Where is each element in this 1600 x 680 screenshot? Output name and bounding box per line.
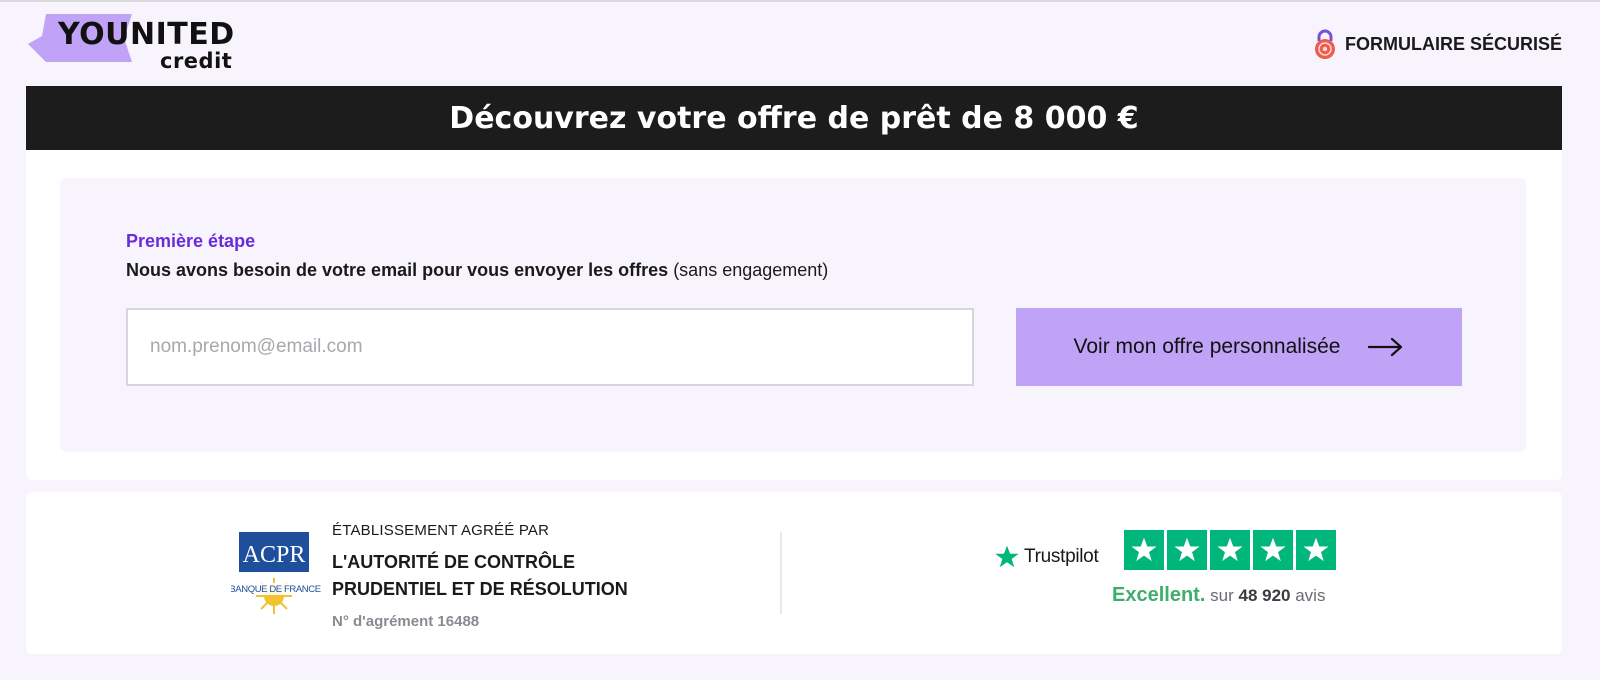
email-input[interactable]	[126, 308, 974, 386]
trust-divider	[780, 532, 782, 614]
secure-form-label: FORMULAIRE SÉCURISÉ	[1344, 33, 1562, 54]
trustpilot-star-icon	[1253, 530, 1293, 570]
trust-card: ACPR BANQUE DE FRANCE ÉTABLISSEMENT AGRÉ…	[26, 492, 1562, 654]
star-icon	[995, 545, 1019, 568]
view-offer-button[interactable]: Voir mon offre personnalisée	[1016, 308, 1462, 386]
step-description: Nous avons besoin de votre email pour vo…	[126, 260, 828, 281]
trustpilot-rating-word: Excellent.	[1112, 584, 1206, 606]
step-description-rest: (sans engagement)	[673, 260, 829, 280]
trustpilot-star-icon	[1167, 530, 1207, 570]
younited-credit-logo[interactable]: YOUNITED credit	[28, 12, 248, 74]
trustpilot-brand[interactable]: Trustpilot	[994, 544, 1099, 570]
banner-title: Découvrez votre offre de prêt de 8 000 €	[449, 100, 1139, 136]
acpr-logo: ACPR BANQUE DE FRANCE	[231, 532, 321, 614]
trustpilot-avis: avis	[1295, 586, 1326, 605]
form-card: Première étape Nous avons besoin de votr…	[26, 150, 1562, 480]
acpr-name-line1: L'AUTORITÉ DE CONTRÔLE	[332, 552, 575, 572]
trustpilot-star-icon	[1296, 530, 1336, 570]
trustpilot-review-count: 48 920	[1238, 586, 1291, 605]
acpr-name-line2: PRUDENTIEL ET DE RÉSOLUTION	[332, 579, 628, 599]
acpr-logo-text: ACPR	[243, 542, 306, 568]
acpr-logo-sub: BANQUE DE FRANCE	[231, 584, 321, 595]
acpr-info: ÉTABLISSEMENT AGRÉÉ PAR L'AUTORITÉ DE CO…	[332, 522, 632, 630]
offer-banner: Découvrez votre offre de prêt de 8 000 €	[26, 86, 1562, 150]
trustpilot-star-icon	[1210, 530, 1250, 570]
trustpilot-stars	[1124, 530, 1336, 570]
trustpilot-sur: sur	[1210, 586, 1234, 605]
step-description-bold: Nous avons besoin de votre email pour vo…	[126, 260, 669, 280]
header: YOUNITED credit FORMULAIRE SÉCURISÉ	[0, 2, 1600, 84]
secure-form-indicator: FORMULAIRE SÉCURISÉ	[1313, 28, 1562, 60]
acpr-pre-label: ÉTABLISSEMENT AGRÉÉ PAR	[332, 522, 550, 539]
logo-sub: credit	[160, 49, 233, 73]
padlock-icon	[1314, 29, 1335, 59]
arrow-right-icon	[1368, 337, 1403, 357]
logo-word: YOUNITED	[58, 17, 235, 52]
trustpilot-star-icon	[1124, 530, 1164, 570]
trustpilot-score: Excellent. sur 48 920 avis	[1112, 584, 1325, 607]
trustpilot-brand-label: Trustpilot	[1024, 546, 1099, 567]
step-label: Première étape	[126, 231, 256, 251]
view-offer-button-label: Voir mon offre personnalisée	[1073, 335, 1341, 358]
acpr-name: L'AUTORITÉ DE CONTRÔLE PRUDENTIEL ET DE …	[332, 549, 632, 603]
form-panel: Première étape Nous avons besoin de votr…	[60, 178, 1526, 452]
acpr-agreement-number: N° d'agrément 16488	[332, 613, 480, 630]
